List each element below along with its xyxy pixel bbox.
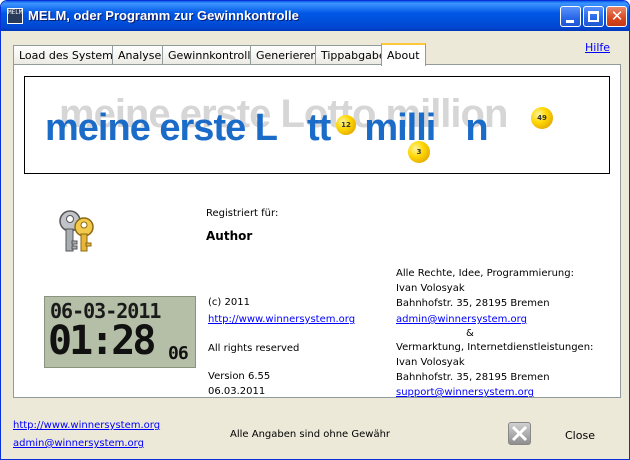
footer-email-link[interactable]: admin@winnersystem.org [13, 438, 144, 449]
developer-address: Bahnhofstr. 35, 28195 Bremen [396, 298, 550, 309]
lotto-ball: 12 [336, 115, 356, 135]
minimize-icon [566, 20, 574, 23]
lotto-ball: 3 [408, 141, 430, 163]
disclaimer-text: Alle Angaben sind ohne Gewähr [230, 429, 391, 440]
developer-email-link[interactable]: admin@winnersystem.org [396, 314, 527, 325]
window-title: MELM, oder Programm zur Gewinnkontrolle [28, 8, 299, 23]
marketing-address: Bahnhofstr. 35, 28195 Bremen [396, 372, 550, 383]
ampersand: & [466, 328, 474, 339]
developer-name: Ivan Volosyak [396, 283, 465, 294]
release-date: 06.03.2011 [208, 386, 266, 397]
lcd-clock: 06-03-2011 01:28 06 [44, 296, 196, 368]
about-panel: meine erste Lotto million meine erste Lt… [13, 64, 621, 398]
support-email-link[interactable]: support@winnersystem.org [396, 387, 534, 398]
rights-label: Alle Rechte, Idee, Programmierung: [396, 268, 574, 279]
close-x-icon [511, 425, 528, 442]
footer-website-link[interactable]: http://www.winnersystem.org [13, 420, 160, 431]
version-text: Version 6.55 [208, 371, 271, 382]
tab-gewinnkontrolle[interactable]: Gewinnkontrolle [162, 45, 264, 65]
marketing-label: Vermarktung, Internetdienstleistungen: [396, 342, 594, 353]
rights-text: All rights reserved [208, 343, 300, 354]
minimize-button[interactable] [560, 6, 581, 27]
logo-banner: meine erste Lotto million meine erste Lt… [24, 76, 610, 174]
logo-text-part: tt [307, 107, 331, 149]
maximize-icon [588, 11, 599, 22]
marketing-name: Ivan Volosyak [396, 357, 465, 368]
clock-time: 01:28 [48, 318, 156, 364]
registered-label: Registriert für: [206, 208, 279, 219]
lotto-ball: 49 [531, 107, 553, 129]
keys-icon [59, 210, 94, 252]
website-link[interactable]: http://www.winnersystem.org [208, 314, 355, 325]
logo-text-part: n [465, 107, 488, 149]
tab-generieren[interactable]: Generieren [250, 45, 324, 65]
close-label[interactable]: Close [565, 429, 595, 442]
logo-text-part: meine erste L [45, 107, 278, 149]
title-bar[interactable]: MELM MELM, oder Programm zur Gewinnkontr… [1, 1, 629, 31]
tab-analyse[interactable]: Analyse [112, 45, 168, 65]
author-name: Author [206, 229, 253, 243]
close-icon: ✕ [610, 7, 624, 25]
app-icon: MELM [7, 8, 23, 24]
close-button[interactable] [508, 422, 531, 445]
maximize-button[interactable] [583, 6, 604, 27]
help-link[interactable]: Hilfe [585, 41, 610, 54]
tab-about[interactable]: About [381, 43, 426, 66]
main-window: MELM MELM, oder Programm zur Gewinnkontr… [0, 0, 630, 460]
close-window-button[interactable]: ✕ [606, 6, 627, 27]
tab-load-des-systems[interactable]: Load des Systems [13, 45, 125, 65]
clock-seconds: 06 [168, 343, 189, 364]
copyright-text: (c) 2011 [208, 297, 250, 308]
